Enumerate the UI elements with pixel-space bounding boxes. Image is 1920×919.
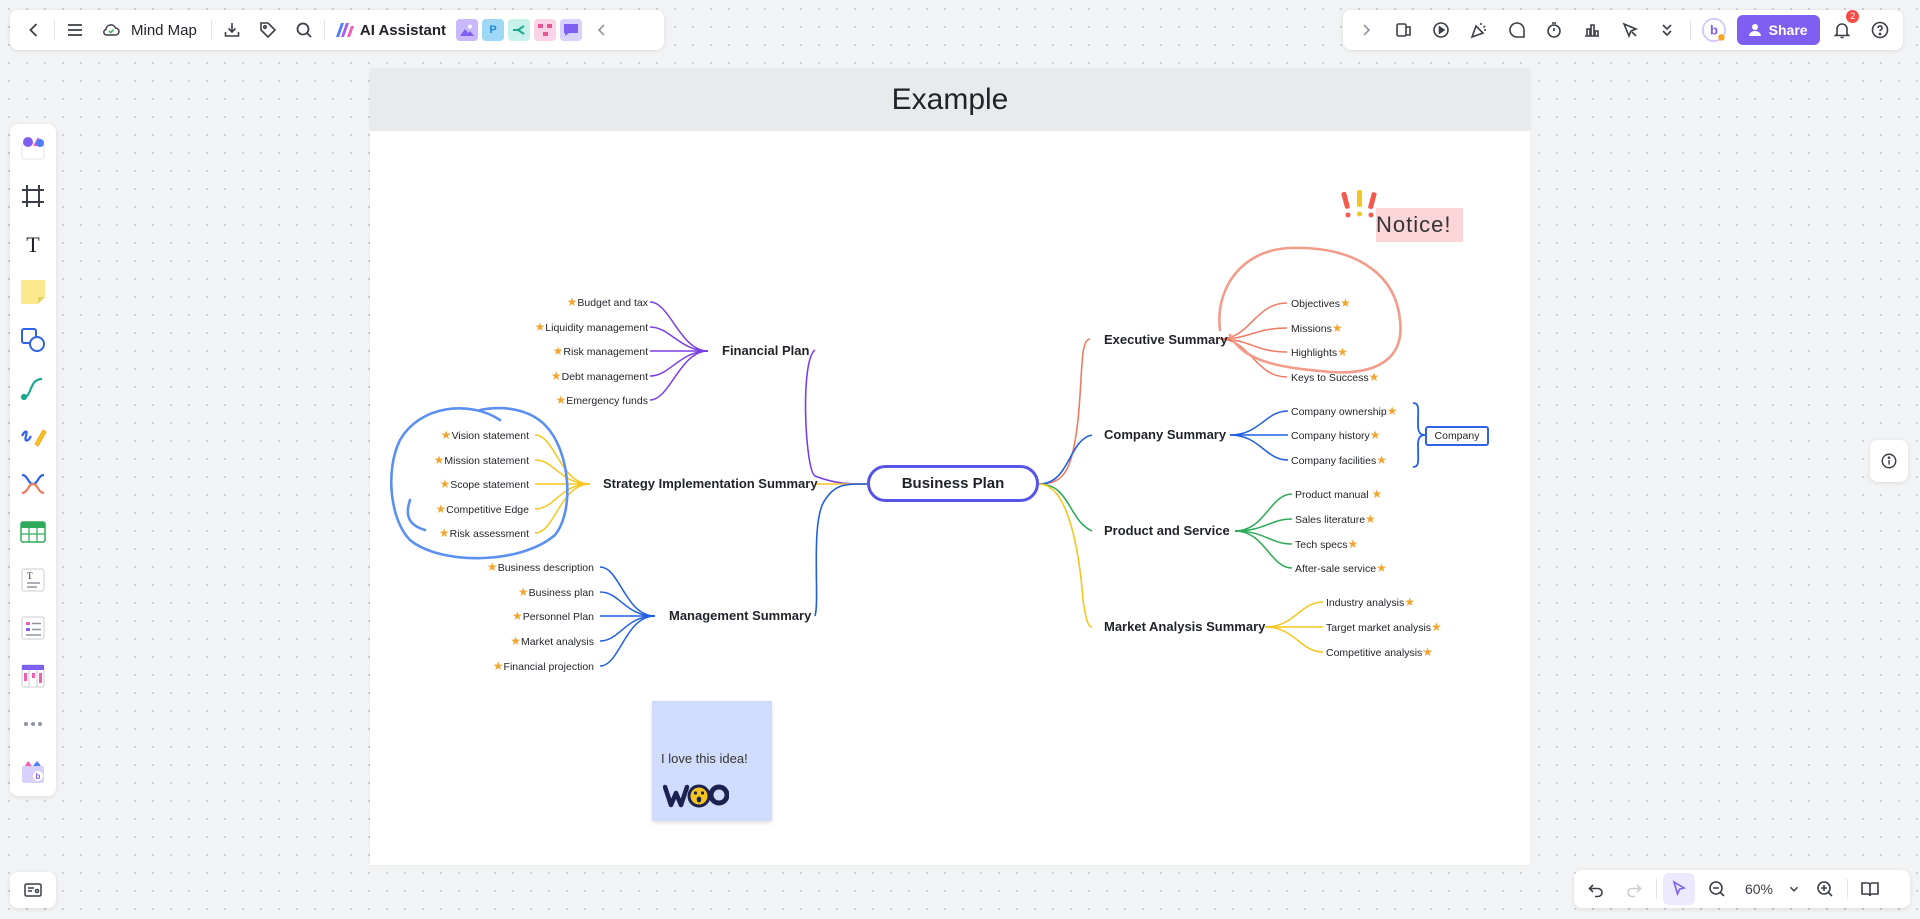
branch-product-and-service[interactable]: Product and Service [1104, 523, 1230, 539]
star-icon: ★ [1365, 512, 1376, 526]
list-item[interactable]: Company facilities★ [1291, 453, 1387, 468]
list-item[interactable]: Keys to Success★ [1291, 370, 1379, 385]
star-icon: ★ [1404, 595, 1415, 609]
star-icon: ★ [1331, 321, 1343, 335]
list-item[interactable]: After-sale service★ [1295, 561, 1387, 576]
star-icon: ★ [510, 634, 522, 648]
star-icon: ★ [1337, 345, 1348, 359]
list-item[interactable]: ★Budget and tax [567, 295, 648, 310]
branch-strategy-implementation[interactable]: Strategy Implementation Summary [603, 476, 818, 492]
star-icon: ★ [438, 526, 450, 540]
list-item[interactable]: ★Debt management [551, 369, 648, 384]
list-item[interactable]: Company ownership★ [1291, 404, 1397, 419]
notice-text: Notice! [1376, 212, 1452, 237]
star-icon: ★ [517, 585, 529, 599]
star-icon: ★ [512, 609, 523, 623]
list-item[interactable]: ★Market analysis [510, 634, 594, 649]
list-item[interactable]: Competitive analysis★ [1326, 645, 1433, 660]
list-item[interactable]: Target market analysis★ [1326, 620, 1442, 635]
mind-map-root[interactable]: Business Plan [867, 465, 1039, 502]
list-item[interactable]: ★Risk management [553, 344, 648, 359]
star-icon: ★ [1376, 453, 1387, 467]
star-icon: ★ [435, 502, 447, 516]
list-item[interactable]: ★Business description [487, 560, 594, 575]
star-icon: ★ [433, 453, 445, 467]
star-icon: ★ [550, 369, 562, 383]
list-item[interactable]: ★Financial projection [493, 659, 594, 674]
star-icon: ★ [1431, 620, 1442, 634]
mind-map-connectors [390, 190, 1426, 667]
star-icon: ★ [1376, 561, 1387, 575]
star-icon: ★ [440, 428, 452, 442]
sticky-note[interactable]: I love this idea! [652, 701, 772, 821]
star-icon: ★ [534, 320, 546, 334]
branch-executive-summary[interactable]: Executive Summary [1104, 332, 1228, 348]
list-item[interactable]: ★Business plan [518, 585, 594, 600]
list-item[interactable]: ★Liquidity management [535, 320, 649, 335]
list-item[interactable]: ★Personnel Plan [512, 609, 594, 624]
star-icon: ★ [1386, 404, 1398, 418]
list-item[interactable]: ★Scope statement [439, 477, 529, 492]
star-icon: ★ [1340, 296, 1351, 310]
star-icon: ★ [1368, 370, 1380, 384]
star-icon: ★ [1369, 428, 1381, 442]
list-item[interactable]: ★Competitive Edge [435, 502, 529, 517]
list-item[interactable]: Highlights★ [1291, 345, 1348, 360]
list-item[interactable]: ★Emergency funds [556, 393, 648, 408]
exclamation-sticker[interactable] [1341, 190, 1377, 218]
list-item[interactable]: Tech specs★ [1295, 537, 1358, 552]
branch-financial-plan[interactable]: Financial Plan [722, 343, 809, 359]
branch-market-analysis[interactable]: Market Analysis Summary [1104, 619, 1265, 635]
star-icon: ★ [486, 560, 498, 574]
star-icon: ★ [566, 295, 578, 309]
branch-management-summary[interactable]: Management Summary [669, 608, 811, 624]
list-item[interactable]: Sales literature★ [1295, 512, 1376, 527]
list-item[interactable]: ★Vision statement [441, 428, 529, 443]
branch-company-summary[interactable]: Company Summary [1104, 427, 1226, 443]
list-item[interactable]: Objectives★ [1291, 296, 1351, 311]
star-icon: ★ [439, 477, 451, 491]
list-item[interactable]: Product manual ★ [1295, 487, 1382, 502]
star-icon: ★ [1347, 537, 1359, 551]
star-icon: ★ [552, 344, 564, 358]
list-item[interactable]: Missions★ [1291, 321, 1343, 336]
sticky-note-text: I love this idea! [661, 751, 748, 766]
list-item[interactable]: ★Mission statement [434, 453, 529, 468]
woo-sticker [663, 784, 729, 808]
summary-box[interactable]: Company [1425, 426, 1489, 446]
list-item[interactable]: ★Risk assessment [439, 526, 529, 541]
star-icon: ★ [492, 659, 504, 673]
star-icon: ★ [1371, 487, 1383, 501]
list-item[interactable]: Industry analysis★ [1326, 595, 1415, 610]
list-item[interactable]: Company history★ [1291, 428, 1381, 443]
star-icon: ★ [555, 393, 567, 407]
notice-text-box[interactable]: Notice! [1376, 208, 1464, 242]
star-icon: ★ [1422, 645, 1434, 659]
